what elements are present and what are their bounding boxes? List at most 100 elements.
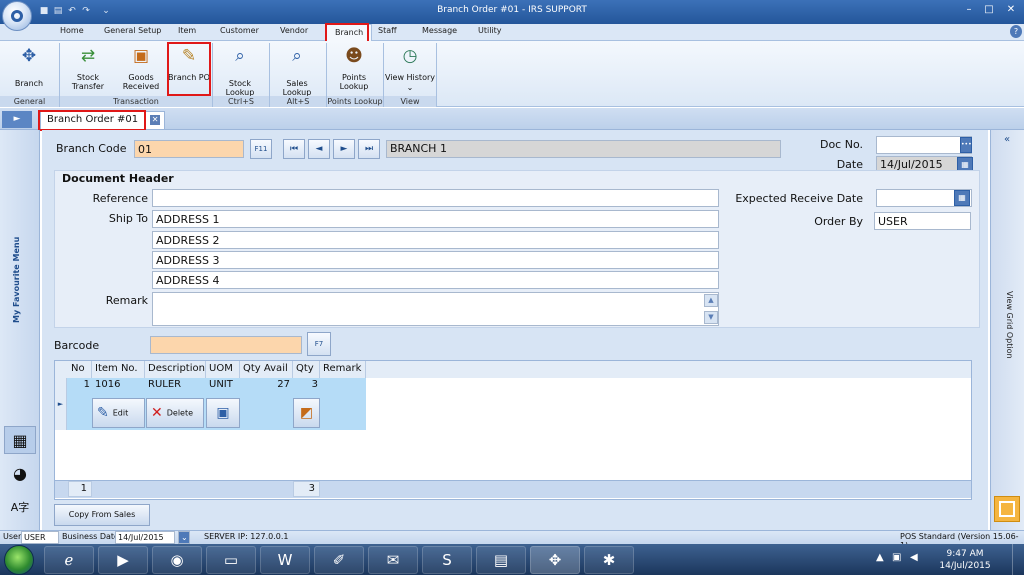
scroll-up-icon[interactable]: ▲ (704, 294, 718, 307)
cell-qty[interactable]: 3 (296, 379, 318, 390)
column-header-uom[interactable]: UOM (206, 361, 240, 378)
tab-branch[interactable]: Branch (326, 24, 373, 42)
tab-message[interactable]: Message (422, 26, 457, 35)
tray-expand-icon[interactable]: ▲ (876, 552, 884, 563)
next-record-button[interactable]: ► (333, 139, 355, 159)
column-header-no[interactable]: No (68, 361, 92, 378)
language-icon[interactable]: A字 (4, 494, 36, 522)
chart-icon[interactable]: ◕ (4, 460, 36, 488)
skype-icon[interactable]: S (422, 546, 472, 574)
column-header-description[interactable]: Description (145, 361, 206, 378)
document-tab[interactable]: Branch Order #01 ✕ (40, 111, 166, 129)
stock-lookup-button[interactable]: ⌕ Stock Lookup (214, 43, 266, 97)
explorer-icon[interactable]: ▭ (206, 546, 256, 574)
first-record-button[interactable]: ⏮ (283, 139, 305, 159)
delete-row-button[interactable]: ✕ Delete (146, 398, 204, 428)
menu-icon[interactable]: ▦ (4, 426, 36, 454)
address-4-input[interactable] (152, 271, 719, 289)
favourite-menu-panel: ▦ ◕ A字 (0, 130, 40, 530)
cell-description[interactable]: RULER (148, 379, 181, 390)
minimize-button[interactable]: – (962, 3, 976, 17)
tab-utility[interactable]: Utility (478, 26, 502, 35)
sales-lookup-button[interactable]: ⌕ Sales Lookup (271, 43, 323, 97)
app-logo-icon (11, 10, 23, 22)
app-menu-button[interactable] (2, 1, 32, 31)
chevron-down-icon[interactable]: ⌄ (178, 531, 190, 544)
grid-layout-icon[interactable] (994, 496, 1020, 522)
cell-uom[interactable]: UNIT (209, 379, 233, 390)
uom-select-button[interactable]: ▣ (206, 398, 240, 428)
pdf-icon[interactable]: ✱ (584, 546, 634, 574)
ie-icon[interactable]: ℯ (44, 546, 94, 574)
edit-row-button[interactable]: ✎ Edit (92, 398, 145, 428)
last-record-button[interactable]: ⏭ (358, 139, 380, 159)
footer-qty-total: 3 (293, 481, 320, 497)
branch-code-input[interactable] (134, 140, 244, 158)
address-3-input[interactable] (152, 251, 719, 269)
f11-lookup-button[interactable]: F11 (250, 139, 272, 159)
reference-input[interactable] (152, 189, 719, 207)
menu-bar: Home General Setup Item Customer Vendor … (0, 24, 1024, 42)
tab-staff[interactable]: Staff (378, 26, 397, 35)
tab-item[interactable]: Item (178, 26, 196, 35)
scroll-down-icon[interactable]: ▼ (704, 311, 718, 324)
cell-no: 1 (83, 379, 90, 390)
calendar-icon[interactable]: ▦ (954, 190, 970, 206)
irs-app-icon[interactable]: ✥ (530, 546, 580, 574)
status-bar: User USER Business Date 14/Jul/2015 ⌄ SE… (0, 530, 1024, 550)
powerpoint-icon[interactable]: ▤ (476, 546, 526, 574)
address-2-input[interactable] (152, 231, 719, 249)
view-grid-option-label[interactable]: View Grid Option (998, 290, 1014, 360)
nav-toggle-button[interactable]: ► (2, 111, 32, 128)
doc-no-lookup-button[interactable]: ••• (960, 137, 972, 153)
goods-received-button[interactable]: ▣ Goods Received (116, 43, 166, 95)
address-1-input[interactable] (152, 210, 719, 228)
network-icon[interactable]: ▣ (892, 552, 901, 563)
column-header-remark[interactable]: Remark (320, 361, 366, 378)
notepad-icon[interactable]: ✐ (314, 546, 364, 574)
show-desktop-button[interactable] (1012, 544, 1024, 575)
start-button[interactable] (4, 545, 34, 575)
help-icon[interactable]: ? (1010, 25, 1022, 38)
outlook-icon[interactable]: ✉ (368, 546, 418, 574)
copy-from-sales-button[interactable]: Copy From Sales (54, 504, 150, 526)
maximize-button[interactable]: □ (982, 3, 996, 17)
view-history-button[interactable]: ◷ View History ⌄ (385, 43, 435, 95)
volume-icon[interactable]: ◀ (910, 552, 918, 563)
close-tab-icon[interactable]: ✕ (150, 115, 161, 125)
remark-label: Remark (105, 294, 148, 307)
word-icon[interactable]: W (260, 546, 310, 574)
chrome-icon[interactable]: ◉ (152, 546, 202, 574)
close-button[interactable]: ✕ (1004, 3, 1018, 17)
order-by-input[interactable] (874, 212, 971, 230)
stock-transfer-button[interactable]: ⇄ Stock Transfer (62, 43, 114, 95)
tab-vendor[interactable]: Vendor (280, 26, 308, 35)
previous-record-button[interactable]: ◄ (308, 139, 330, 159)
column-header-qty-avail[interactable]: Qty Avail (240, 361, 293, 378)
pencil-icon: ✎ (97, 405, 109, 421)
cell-item-no[interactable]: 1016 (95, 379, 120, 390)
f7-lookup-button[interactable]: F7 (307, 332, 331, 356)
branch-po-button[interactable]: ✎ Branch PO (168, 43, 210, 95)
favourite-menu-label[interactable]: My Favourite Menu (12, 235, 28, 325)
doc-no-input[interactable] (876, 136, 972, 154)
collapse-panel-icon[interactable]: « (994, 134, 1020, 148)
ribbon-group-points-lookup: Points Lookup (327, 96, 383, 107)
branch-button[interactable]: ✥ Branch (4, 43, 54, 95)
media-player-icon[interactable]: ▶ (98, 546, 148, 574)
tab-home[interactable]: Home (60, 26, 84, 35)
barcode-input[interactable] (150, 336, 302, 354)
taskbar-clock[interactable]: 9:47 AM 14/Jul/2015 (930, 548, 1000, 572)
points-lookup-button[interactable]: ☻ Points Lookup (328, 43, 380, 95)
column-header-item-no[interactable]: Item No. (92, 361, 145, 378)
branch-code-label: Branch Code (56, 142, 127, 155)
qty-edit-button[interactable]: ◩ (293, 398, 320, 428)
tab-customer[interactable]: Customer (220, 26, 259, 35)
row-indicator-icon: ► (55, 378, 67, 430)
column-header-qty[interactable]: Qty (293, 361, 320, 378)
user-label: User (3, 532, 22, 541)
tab-general-setup[interactable]: General Setup (104, 26, 161, 35)
branch-po-icon: ✎ (181, 46, 197, 66)
remark-textarea[interactable] (152, 292, 719, 326)
branch-icon: ✥ (21, 46, 37, 66)
